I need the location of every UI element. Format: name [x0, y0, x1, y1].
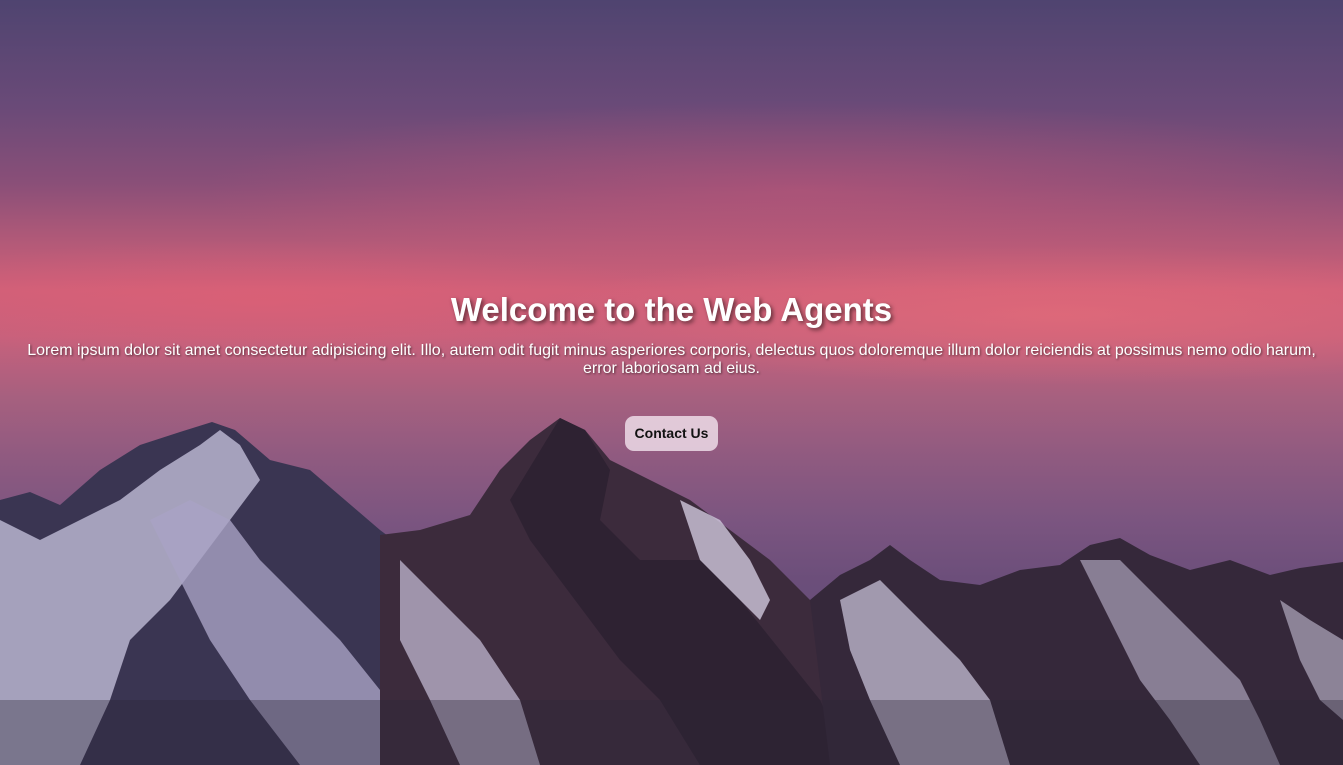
hero-description: Lorem ipsum dolor sit amet consectetur a… — [27, 342, 1316, 377]
hero-content: Welcome to the Web Agents Lorem ipsum do… — [0, 288, 1343, 451]
contact-us-button[interactable]: Contact Us — [624, 416, 719, 451]
hero-title: Welcome to the Web Agents — [450, 291, 893, 328]
hero-section: Welcome to the Web Agents Lorem ipsum do… — [0, 0, 1343, 765]
